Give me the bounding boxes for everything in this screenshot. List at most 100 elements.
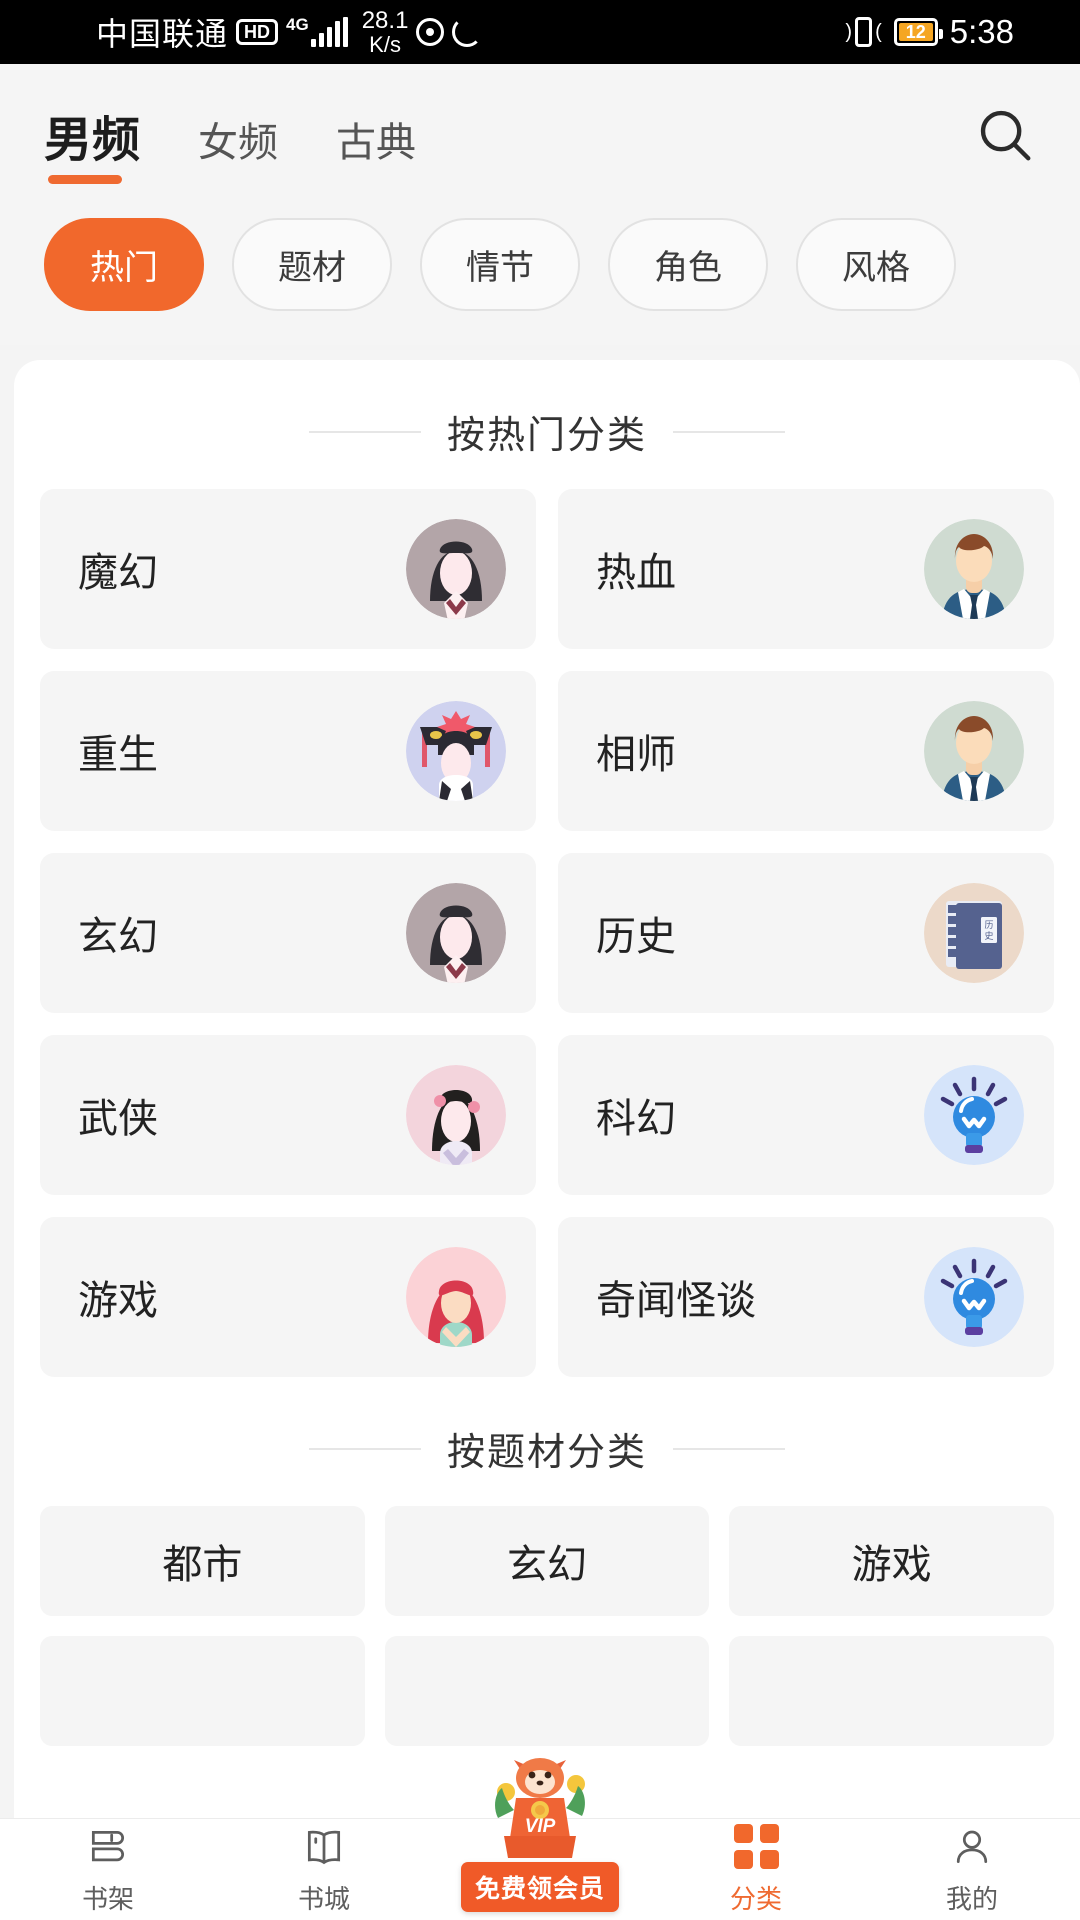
filter-chip-row[interactable]: 热门 题材 情节 角色 风格 bbox=[0, 190, 1080, 345]
status-bar: 中国联通 HD 4G 28.1 K/s )( 12 5:38 bbox=[0, 0, 1080, 64]
category-card-chongsheng[interactable]: 重生 bbox=[40, 671, 536, 831]
avatar-man-suit-icon bbox=[924, 519, 1024, 619]
clock: 5:38 bbox=[950, 13, 1014, 51]
svg-text:历: 历 bbox=[984, 920, 993, 930]
chip-style[interactable]: 风格 bbox=[796, 218, 956, 311]
nav-item-bookstore[interactable]: 书城 bbox=[216, 1824, 432, 1916]
hot-category-grid: 魔幻 热血 bbox=[14, 489, 1080, 1377]
tag-card-placeholder-3[interactable] bbox=[729, 1636, 1054, 1746]
category-card-rexue[interactable]: 热血 bbox=[558, 489, 1054, 649]
svg-text:史: 史 bbox=[984, 930, 993, 941]
section-header-theme: 按题材分类 bbox=[14, 1377, 1080, 1506]
avatar-man-suit-icon bbox=[924, 701, 1024, 801]
category-card-mohuan[interactable]: 魔幻 bbox=[40, 489, 536, 649]
avatar-woman-dark-hair-icon bbox=[406, 519, 506, 619]
bookshelf-icon bbox=[86, 1824, 130, 1870]
category-card-kehuan[interactable]: 科幻 bbox=[558, 1035, 1054, 1195]
nav-label: 分类 bbox=[730, 1879, 782, 1916]
avatar-woman-dark-hair-icon bbox=[406, 883, 506, 983]
category-label: 重生 bbox=[78, 722, 158, 780]
tab-classic-channel[interactable]: 古典 bbox=[336, 110, 416, 188]
category-card-qiwenguaitan[interactable]: 奇闻怪谈 bbox=[558, 1217, 1054, 1377]
nav-label: 书城 bbox=[298, 1879, 350, 1916]
nav-item-category[interactable]: 分类 bbox=[648, 1824, 864, 1916]
category-label: 武侠 bbox=[78, 1086, 158, 1144]
network-speed: 28.1 K/s bbox=[362, 8, 409, 56]
vibrate-icon: )( bbox=[845, 17, 881, 47]
category-label: 游戏 bbox=[78, 1268, 158, 1326]
category-label: 魔幻 bbox=[78, 540, 158, 598]
chip-role[interactable]: 角色 bbox=[608, 218, 768, 311]
signal-bars-icon bbox=[311, 17, 348, 47]
nav-item-bookshelf[interactable]: 书架 bbox=[0, 1824, 216, 1916]
divider-line-right bbox=[673, 1448, 785, 1450]
lightbulb-icon bbox=[924, 1247, 1024, 1347]
book-history-icon: 历史 bbox=[924, 883, 1024, 983]
chip-plot[interactable]: 情节 bbox=[420, 218, 580, 311]
category-card-lishi[interactable]: 历史 历史 bbox=[558, 853, 1054, 1013]
divider-line-right bbox=[673, 431, 785, 433]
hd-icon: HD bbox=[236, 19, 278, 45]
section-title-label: 按题材分类 bbox=[447, 1421, 647, 1476]
category-label: 相师 bbox=[596, 722, 676, 780]
network-signal-icon: 4G bbox=[286, 17, 348, 47]
lightbulb-icon bbox=[924, 1065, 1024, 1165]
nav-label: 书架 bbox=[82, 1879, 134, 1916]
avatar-woman-hanfu-icon bbox=[406, 1065, 506, 1165]
header: 男频 女频 古典 bbox=[0, 64, 1080, 190]
avatar-qing-princess-icon bbox=[406, 701, 506, 801]
content-sheet: 按热门分类 魔幻 热血 bbox=[14, 360, 1080, 1818]
tab-female-channel[interactable]: 女频 bbox=[198, 110, 278, 188]
category-card-youxi[interactable]: 游戏 bbox=[40, 1217, 536, 1377]
tag-card-placeholder-1[interactable] bbox=[40, 1636, 365, 1746]
battery-level: 12 bbox=[899, 23, 933, 41]
tag-card-placeholder-2[interactable] bbox=[385, 1636, 710, 1746]
tab-male-channel[interactable]: 男频 bbox=[44, 100, 140, 190]
nav-item-profile[interactable]: 我的 bbox=[864, 1824, 1080, 1916]
search-icon bbox=[974, 104, 1036, 166]
bottom-navigation: 书架 书城 bbox=[0, 1818, 1080, 1920]
category-card-xuanhuan[interactable]: 玄幻 bbox=[40, 853, 536, 1013]
tag-card-xuanhuan[interactable]: 玄幻 bbox=[385, 1506, 710, 1616]
avatar-woman-red-hair-icon bbox=[406, 1247, 506, 1347]
battery-icon: 12 bbox=[894, 18, 938, 46]
bookstore-icon bbox=[302, 1824, 346, 1870]
search-button[interactable] bbox=[974, 100, 1036, 171]
tag-card-youxi[interactable]: 游戏 bbox=[729, 1506, 1054, 1616]
section-header-hot: 按热门分类 bbox=[14, 360, 1080, 489]
svg-text:VIP: VIP bbox=[525, 1816, 556, 1837]
network-type-label: 4G bbox=[286, 16, 309, 33]
category-label: 科幻 bbox=[596, 1086, 676, 1144]
theme-tag-grid-row2 bbox=[14, 1636, 1080, 1746]
category-card-xiangshi[interactable]: 相师 bbox=[558, 671, 1054, 831]
vip-mascot-icon[interactable]: VIP 免费领会员 bbox=[435, 1758, 645, 1912]
nav-item-vip-promo[interactable]: VIP 免费领会员 bbox=[432, 1819, 648, 1920]
vip-badge-label[interactable]: 免费领会员 bbox=[461, 1862, 619, 1912]
tab-label: 古典 bbox=[336, 121, 416, 165]
profile-icon bbox=[950, 1824, 994, 1870]
carrier-label: 中国联通 bbox=[96, 9, 228, 55]
tab-label: 男频 bbox=[44, 114, 140, 167]
speed-value: 28.1 bbox=[362, 8, 409, 33]
category-label: 奇闻怪谈 bbox=[596, 1268, 756, 1326]
category-label: 历史 bbox=[596, 904, 676, 962]
chip-hot[interactable]: 热门 bbox=[44, 218, 204, 311]
fox-mascot-illustration: VIP bbox=[470, 1758, 610, 1862]
category-label: 玄幻 bbox=[78, 904, 158, 962]
tab-active-underline bbox=[48, 175, 122, 184]
speed-unit: K/s bbox=[369, 33, 401, 56]
channel-tabs: 男频 女频 古典 bbox=[44, 100, 416, 190]
message-icon bbox=[416, 18, 444, 46]
nav-label: 我的 bbox=[946, 1879, 998, 1916]
chip-theme[interactable]: 题材 bbox=[232, 218, 392, 311]
category-label: 热血 bbox=[596, 540, 676, 598]
divider-line-left bbox=[309, 1448, 421, 1450]
divider-line-left bbox=[309, 431, 421, 433]
theme-tag-grid: 都市 玄幻 游戏 bbox=[14, 1506, 1080, 1616]
loading-icon bbox=[452, 17, 482, 47]
category-grid-icon bbox=[734, 1824, 779, 1870]
tag-card-dushi[interactable]: 都市 bbox=[40, 1506, 365, 1616]
category-card-wuxia[interactable]: 武侠 bbox=[40, 1035, 536, 1195]
tab-label: 女频 bbox=[198, 121, 278, 165]
section-title-label: 按热门分类 bbox=[447, 404, 647, 459]
